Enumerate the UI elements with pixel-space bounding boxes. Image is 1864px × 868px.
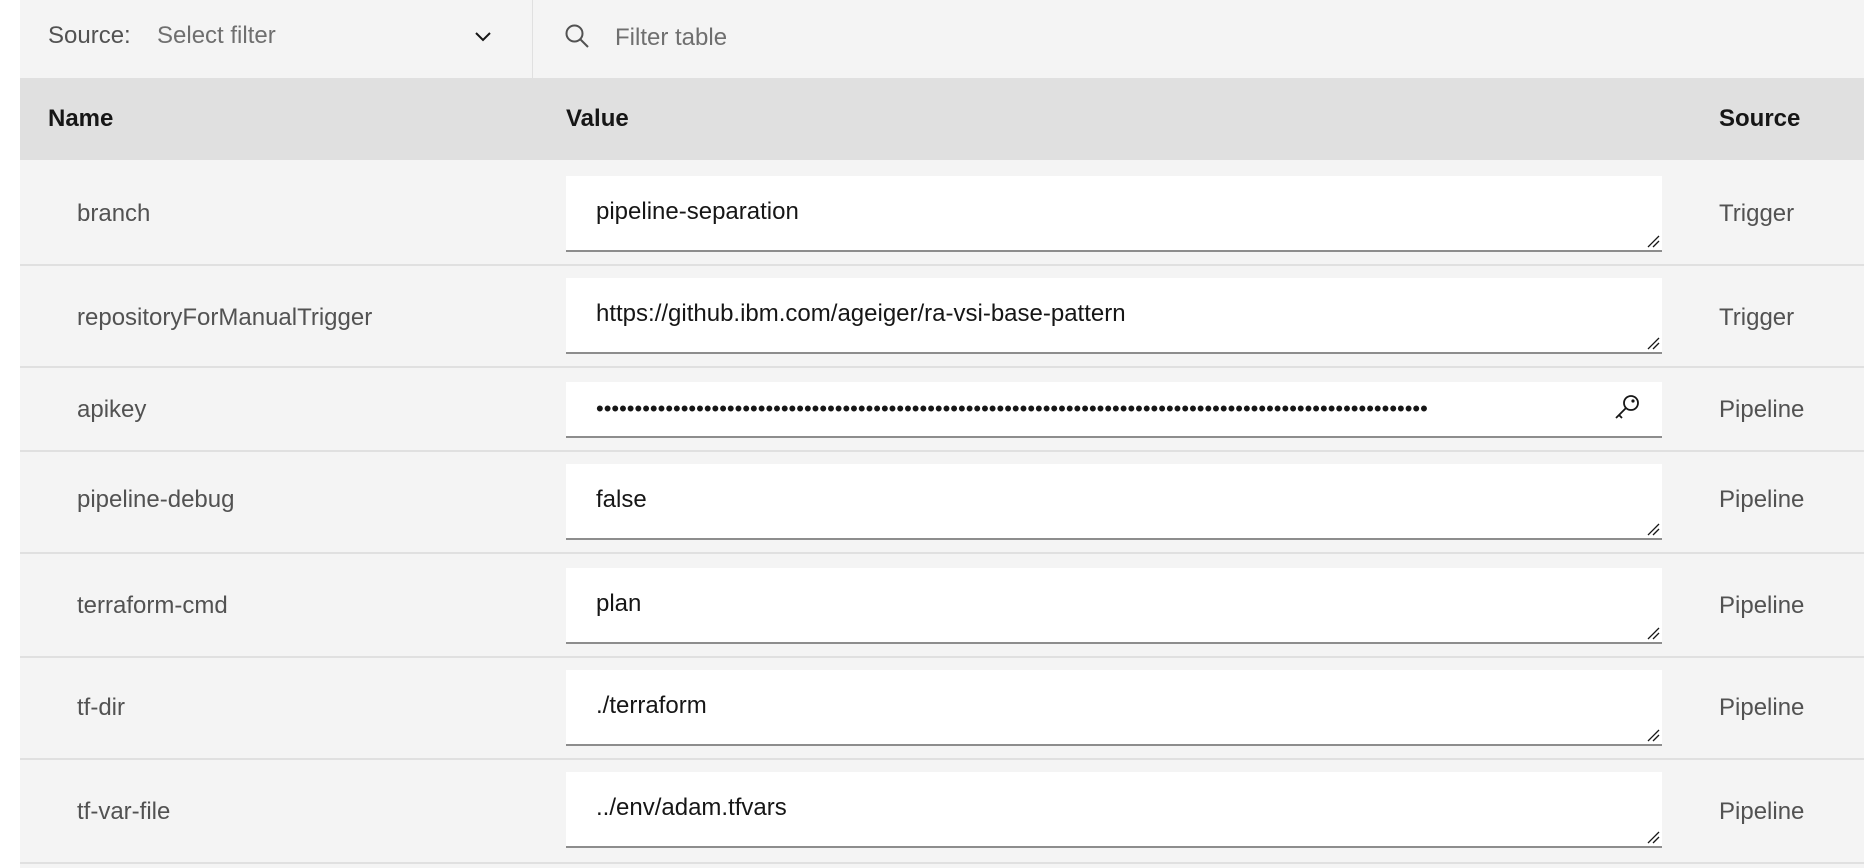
property-value-text: ../env/adam.tfvars <box>596 794 787 821</box>
property-value-textarea[interactable]: plan <box>566 568 1662 644</box>
property-value-text: https://github.ibm.com/ageiger/ra-vsi-ba… <box>596 300 1126 327</box>
table-header-row: Name Value Source <box>20 78 1864 160</box>
resize-handle-icon[interactable] <box>1646 830 1660 844</box>
source-filter-value: Select filter <box>157 22 276 49</box>
property-name: repositoryForManualTrigger <box>77 304 373 331</box>
property-name: pipeline-debug <box>77 486 235 513</box>
column-header-source[interactable]: Source <box>1719 105 1800 133</box>
property-value-text: ./terraform <box>596 692 707 719</box>
source-filter-dropdown[interactable]: Source: Select filter <box>20 0 533 78</box>
environment-properties-panel: Source: Select filter Name Value Source … <box>20 0 1864 868</box>
column-header-value[interactable]: Value <box>566 105 629 133</box>
table-row: repositoryForManualTrigger https://githu… <box>20 266 1864 368</box>
table-toolbar: Source: Select filter <box>20 0 1864 78</box>
table-row: apikey •••••••••••••••••••••••••••••••••… <box>20 368 1864 452</box>
property-source: Pipeline <box>1719 798 1805 825</box>
property-source: Pipeline <box>1719 486 1805 513</box>
property-value-textarea[interactable]: ../env/adam.tfvars <box>566 772 1662 848</box>
property-source: Pipeline <box>1719 592 1805 619</box>
property-name: branch <box>77 200 151 227</box>
resize-handle-icon[interactable] <box>1646 626 1660 640</box>
table-search <box>533 0 1864 78</box>
property-source: Pipeline <box>1719 396 1805 423</box>
table-row: branch pipeline-separation Trigger <box>20 160 1864 266</box>
property-name: tf-var-file <box>77 798 171 825</box>
property-value-textarea[interactable]: pipeline-separation <box>566 176 1662 252</box>
property-value-textarea[interactable]: false <box>566 464 1662 540</box>
key-icon[interactable] <box>1612 392 1642 422</box>
table-row: tf-var-file ../env/adam.tfvars Pipeline <box>20 760 1864 864</box>
property-value-text: pipeline-separation <box>596 198 799 225</box>
table-row: terraform-cmd plan Pipeline <box>20 554 1864 658</box>
property-value-textarea[interactable]: https://github.ibm.com/ageiger/ra-vsi-ba… <box>566 278 1662 354</box>
resize-handle-icon[interactable] <box>1646 522 1660 536</box>
property-source: Trigger <box>1719 200 1795 227</box>
property-name: tf-dir <box>77 694 125 721</box>
property-source: Pipeline <box>1719 694 1805 721</box>
resize-handle-icon[interactable] <box>1646 336 1660 350</box>
resize-handle-icon[interactable] <box>1646 234 1660 248</box>
search-icon <box>565 24 589 48</box>
chevron-down-icon <box>475 32 491 42</box>
table-row: pipeline-debug false Pipeline <box>20 452 1864 554</box>
column-header-name[interactable]: Name <box>48 105 113 133</box>
source-filter-label: Source: <box>48 22 131 49</box>
resize-handle-icon[interactable] <box>1646 728 1660 742</box>
filter-table-input[interactable] <box>613 14 1815 62</box>
property-value-text: plan <box>596 590 642 617</box>
property-value-textarea[interactable]: ./terraform <box>566 670 1662 746</box>
masked-value: ••••••••••••••••••••••••••••••••••••••••… <box>596 396 1428 421</box>
table-row: tf-dir ./terraform Pipeline <box>20 658 1864 760</box>
property-value-text: false <box>596 486 647 513</box>
secure-property-input[interactable]: ••••••••••••••••••••••••••••••••••••••••… <box>566 382 1662 438</box>
property-name: terraform-cmd <box>77 592 228 619</box>
property-source: Trigger <box>1719 304 1795 331</box>
property-name: apikey <box>77 396 147 423</box>
